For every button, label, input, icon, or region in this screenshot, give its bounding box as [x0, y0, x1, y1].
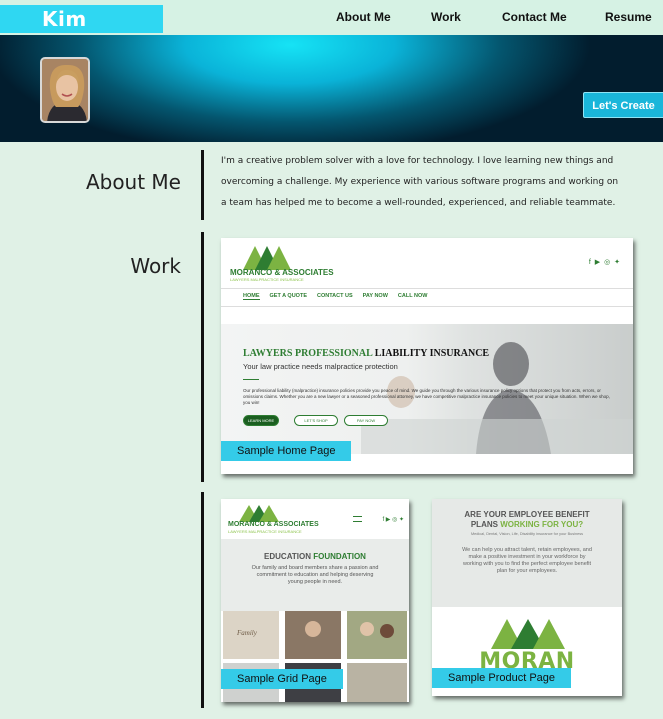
nav-work[interactable]: Work — [431, 10, 461, 24]
menu-item: CONTACT US — [316, 293, 353, 299]
about-divider — [201, 150, 204, 220]
nav-resume[interactable]: Resume — [605, 10, 652, 24]
svg-text:Family: Family — [236, 629, 258, 637]
about-text: I'm a creative problem solver with a lov… — [221, 156, 619, 208]
sample-grid-brand-sub: LAWYERS MALPRACTICE INSURANCE — [228, 529, 302, 534]
title-part: WORKING FOR YOU? — [500, 520, 584, 529]
sample-grid-title: EDUCATION FOUNDATION — [221, 552, 409, 561]
pay-now-button: PAY NOW — [344, 415, 388, 426]
social-icons: f ▶ ◎ ✦ — [588, 259, 621, 266]
title-part: EDUCATION — [264, 552, 314, 561]
sample-home-menu: HOME GET A QUOTE CONTACT US PAY NOW CALL… — [243, 293, 427, 300]
brand-logo[interactable]: Kim Moran — [0, 5, 163, 59]
sample-grid-card[interactable]: MORANCO & ASSOCIATES LAWYERS MALPRACTICE… — [221, 499, 409, 702]
menu-item: HOME — [243, 293, 260, 300]
sample-home-headline: LAWYERS PROFESSIONAL LIABILITY INSURANCE — [243, 348, 489, 359]
work-divider-1 — [201, 232, 204, 482]
learn-more-button: LEARN MORE — [243, 415, 279, 426]
divider — [221, 288, 633, 289]
sample-home-brand-sub: LAWYERS MALPRACTICE INSURANCE — [230, 277, 304, 282]
sample-grid-paragraph: Our family and board members share a pas… — [251, 565, 379, 585]
sample-home-paragraph: Our professional liability (malpractice)… — [243, 388, 610, 405]
nav-contact-me[interactable]: Contact Me — [502, 10, 567, 24]
about-heading: About Me — [85, 170, 181, 194]
lets-shop-button: LET'S SHOP — [294, 415, 338, 426]
headline-part: LIABILITY INSURANCE — [374, 348, 490, 359]
work-heading: Work — [130, 254, 181, 278]
title-part: ARE YOUR EMPLOYEE BENEFIT — [464, 510, 590, 519]
divider — [221, 306, 633, 307]
moranco-logo — [243, 246, 291, 270]
headline-part: LAWYERS PROFESSIONAL — [243, 348, 375, 359]
sample-grid-brand: MORANCO & ASSOCIATES — [228, 521, 319, 528]
sample-product-title: ARE YOUR EMPLOYEE BENEFIT PLANS WORKING … — [432, 510, 622, 530]
menu-item: GET A QUOTE — [269, 293, 307, 299]
menu-item: CALL NOW — [397, 293, 428, 299]
hero-banner: Let's Create — [0, 35, 663, 142]
title-part: PLANS — [470, 520, 501, 529]
sample-home-tagline: Your law practice needs malpractice prot… — [243, 362, 398, 371]
accent-line — [243, 379, 259, 380]
sample-home-card[interactable]: MORANCO & ASSOCIATES LAWYERS MALPRACTICE… — [221, 238, 633, 474]
lets-create-button[interactable]: Let's Create — [583, 92, 663, 118]
social-icons: f ▶ ◎ ✦ — [382, 517, 404, 523]
top-nav: Kim Moran About Me Work Contact Me Resum… — [0, 0, 663, 59]
title-part: FOUNDATION — [313, 552, 366, 561]
sample-product-small: Medical, Dental, Vision, Life, Disabilit… — [471, 532, 583, 536]
moran-logo-mark — [491, 619, 565, 649]
moranco-logo — [239, 505, 279, 522]
sample-product-paragraph: We can help you attract talent, retain e… — [462, 547, 592, 574]
caption-product: Sample Product Page — [432, 668, 572, 688]
caption-grid: Sample Grid Page — [221, 669, 343, 689]
profile-photo — [40, 57, 90, 123]
nav-about-me[interactable]: About Me — [336, 10, 391, 24]
sample-product-card[interactable]: ARE YOUR EMPLOYEE BENEFIT PLANS WORKING … — [432, 499, 622, 696]
caption-home: Sample Home Page — [221, 441, 352, 461]
hamburger-icon — [353, 516, 362, 522]
work-divider-2 — [201, 492, 204, 708]
sample-home-brand: MORANCO & ASSOCIATES — [230, 268, 334, 277]
menu-item: PAY NOW — [362, 293, 388, 299]
